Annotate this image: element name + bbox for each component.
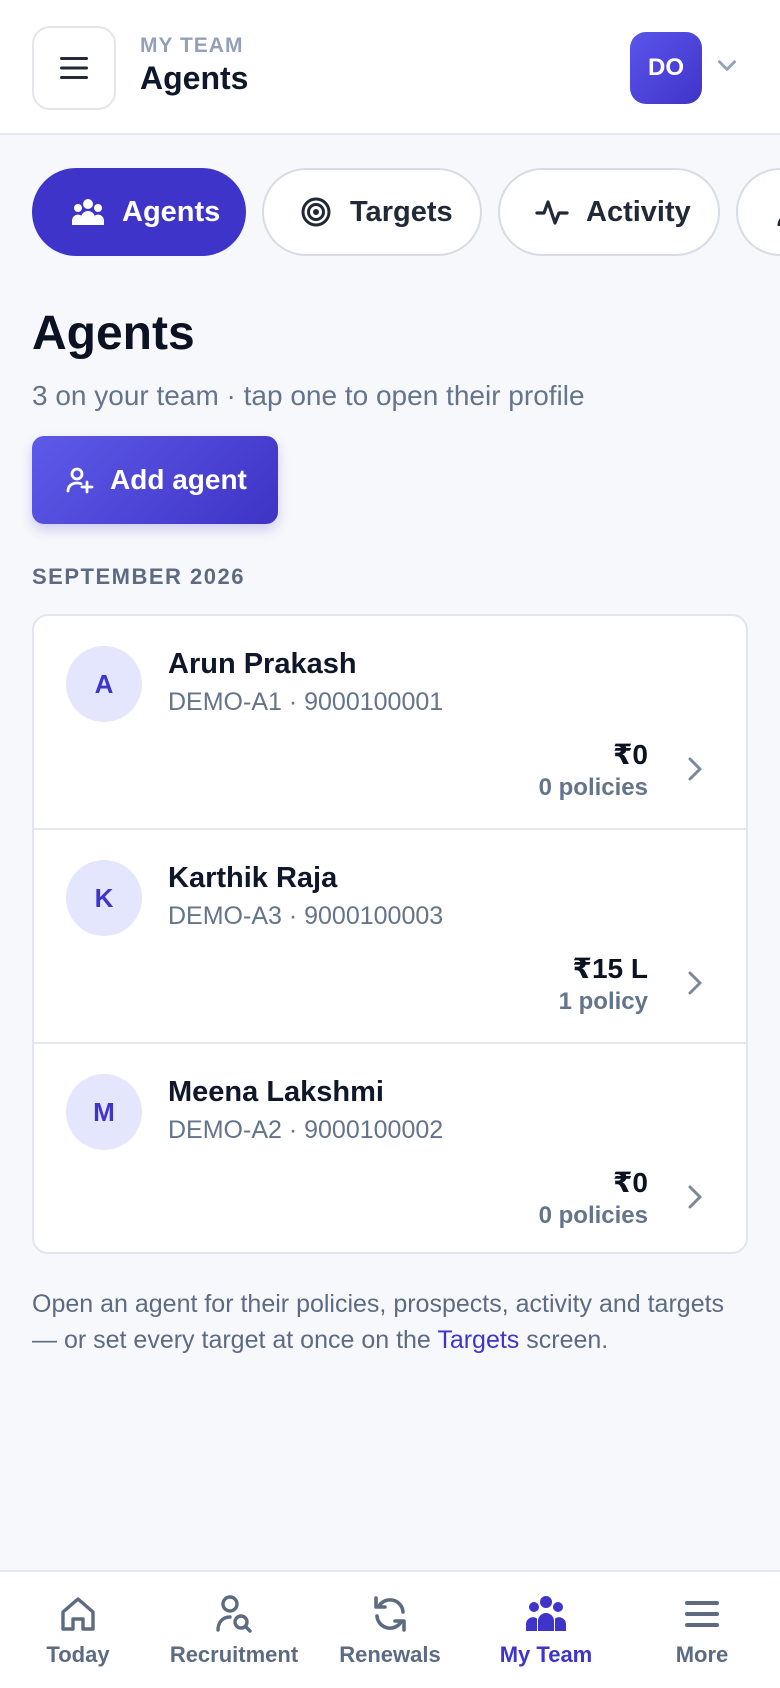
team-icon	[526, 1596, 566, 1631]
footnote-text: Open an agent for their policies, prospe…	[32, 1290, 725, 1354]
agent-amount: ₹15 L	[572, 953, 648, 984]
agent-name: Karthik Raja	[168, 862, 338, 894]
page-subtitle: 3 on your team · tap one to open their p…	[32, 380, 585, 411]
chevron-down-icon[interactable]	[714, 52, 740, 78]
nav-label: More	[675, 1642, 729, 1667]
agent-row[interactable]: K Karthik Raja DEMO-A3 · 9000100003 ₹15 …	[34, 828, 746, 1040]
chevron-right-icon	[688, 971, 702, 995]
nav-label: Today	[46, 1642, 110, 1667]
tab-label: Activity	[586, 195, 691, 228]
tab-agents[interactable]: Agents	[32, 168, 246, 256]
agent-amount: ₹0	[612, 1167, 648, 1198]
menu-icon	[685, 1601, 719, 1627]
menu-button[interactable]	[32, 26, 116, 110]
target-icon	[296, 192, 336, 232]
agent-row[interactable]: M Meena Lakshmi DEMO-A2 · 9000100002 ₹0 …	[34, 1042, 746, 1252]
targets-link[interactable]: Targets	[437, 1326, 519, 1354]
refresh-icon	[374, 1596, 406, 1632]
header-eyebrow: MY TEAM	[140, 34, 244, 57]
nav-today[interactable]: Today	[0, 1572, 156, 1688]
tab-more-partial[interactable]	[736, 168, 780, 256]
agent-name: Meena Lakshmi	[168, 1076, 384, 1108]
user-avatar[interactable]: DO	[630, 32, 702, 104]
hamburger-icon	[60, 57, 88, 79]
person-icon	[770, 192, 780, 232]
nav-more[interactable]: More	[624, 1572, 780, 1688]
nav-renewals[interactable]: Renewals	[312, 1572, 468, 1688]
chevron-right-icon	[688, 757, 702, 781]
user-search-icon	[216, 1595, 252, 1633]
section-tabs: Agents Targets Activity	[32, 168, 780, 258]
agent-policy-count: 0 policies	[538, 1202, 648, 1229]
nav-label: Recruitment	[169, 1642, 299, 1667]
agent-amount: ₹0	[612, 739, 648, 770]
app-header: MY TEAM Agents DO	[0, 0, 780, 135]
bottom-nav: Today Recruitment Renewals My Team More	[0, 1570, 780, 1688]
footnote-text-end: screen.	[519, 1326, 609, 1354]
agent-list: A Arun Prakash DEMO-A1 · 9000100001 ₹0 0…	[32, 614, 748, 1254]
agent-initial-avatar: M	[66, 1074, 142, 1150]
agent-initial-avatar: A	[66, 646, 142, 722]
month-heading: SEPTEMBER 2026	[32, 564, 245, 589]
tab-activity[interactable]: Activity	[498, 168, 720, 256]
header-title: Agents	[140, 60, 249, 96]
footnote: Open an agent for their policies, prospe…	[32, 1286, 752, 1358]
chevron-right-icon	[688, 1185, 702, 1209]
page-title: Agents	[32, 307, 195, 360]
home-icon	[61, 1597, 95, 1631]
add-agent-button[interactable]: Add agent	[32, 436, 278, 524]
agent-policy-count: 0 policies	[538, 774, 648, 801]
agent-meta: DEMO-A1 · 9000100001	[168, 688, 444, 716]
tab-label: Targets	[350, 195, 453, 228]
tab-label: Agents	[122, 195, 221, 228]
agent-initial-avatar: K	[66, 860, 142, 936]
agent-name: Arun Prakash	[168, 648, 357, 680]
nav-recruitment[interactable]: Recruitment	[156, 1572, 312, 1688]
activity-pulse-icon	[532, 192, 572, 232]
user-plus-icon	[66, 467, 94, 494]
agent-meta: DEMO-A3 · 9000100003	[168, 902, 444, 930]
people-group-icon	[68, 192, 108, 232]
nav-label: Renewals	[339, 1642, 441, 1667]
nav-label: My Team	[499, 1642, 593, 1667]
tab-targets[interactable]: Targets	[262, 168, 482, 256]
add-agent-label: Add agent	[110, 464, 247, 495]
nav-my-team[interactable]: My Team	[468, 1572, 624, 1688]
agent-policy-count: 1 policy	[558, 988, 648, 1015]
agent-row[interactable]: A Arun Prakash DEMO-A1 · 9000100001 ₹0 0…	[34, 616, 746, 828]
agent-meta: DEMO-A2 · 9000100002	[168, 1116, 444, 1144]
